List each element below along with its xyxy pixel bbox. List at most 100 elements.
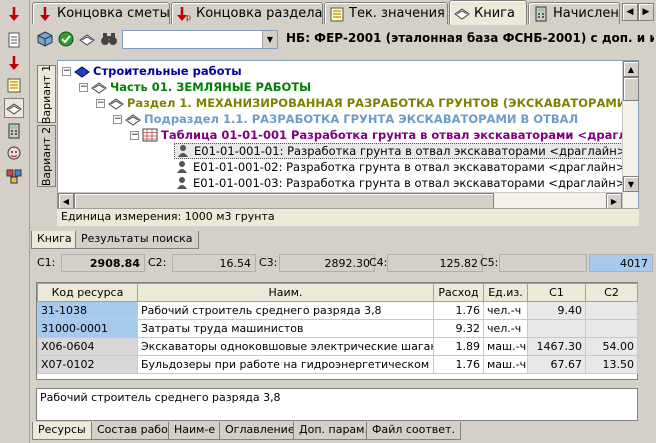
worker-icon [175,144,191,158]
tree-vertical-scrollbar[interactable]: ▲ ▼ [622,61,639,208]
col-header-code[interactable]: Код ресурса [37,283,138,302]
tab-label: Концовка сметы [57,6,170,21]
cell-unit[interactable]: чел.-ч [483,319,528,338]
resources-table[interactable]: Код ресурса Наим. Расход Ед.из. С1 С2 31… [36,282,638,380]
col-header-consumption[interactable]: Расход [433,283,484,302]
tree-node-subsection[interactable]: − Подраздел 1.1. РАЗРАБОТКА ГРУНТА ЭКСКА… [113,111,578,127]
cell-c1[interactable]: 9.40 [527,301,586,320]
cell-c1[interactable] [527,319,586,338]
book-icon[interactable] [78,30,96,48]
cell-consumption[interactable]: 1.76 [433,355,484,374]
tab-extra-params[interactable]: Доп. парам. [293,422,374,440]
tree-node-part[interactable]: − Часть 01. ЗЕМЛЯНЫЕ РАБОТЫ [79,79,311,95]
face-icon[interactable] [4,143,24,163]
tab-mapping-file[interactable]: Файл соответ. [366,422,461,440]
collapse-toggle[interactable]: − [62,66,71,76]
scroll-thumb[interactable] [623,77,639,101]
svg-text:p: p [186,13,191,22]
col-header-name[interactable]: Наим. [137,283,434,302]
cell-code[interactable]: 31000-0001 [37,319,138,338]
cell-c1[interactable]: 1467.30 [527,337,586,356]
table-row[interactable]: Х07-0102 Бульдозеры при работе на гидроэ… [37,355,638,374]
binoculars-icon[interactable] [100,30,118,48]
red-down-arrow-icon-2[interactable] [4,53,24,73]
chevron-down-icon[interactable]: ▼ [262,31,277,48]
tab-book[interactable]: Книга [449,0,527,25]
tabs-scroll-right-button[interactable]: ▶ [638,3,654,21]
cell-unit[interactable]: маш.-ч [483,355,528,374]
cell-name[interactable]: Бульдозеры при работе на гидроэнергетиче… [137,355,434,374]
tab-work-composition[interactable]: Состав работ [91,422,181,440]
scroll-right-icon[interactable]: ▶ [606,193,622,209]
tab-section-ending[interactable]: p Концовка раздела [171,2,323,24]
cell-unit[interactable]: маш.-ч [483,337,528,356]
book-icon[interactable] [4,98,24,118]
tab-current-values[interactable]: Тек. значения [324,2,448,24]
cell-consumption[interactable]: 1.89 [433,337,484,356]
table-row[interactable]: Х06-0604 Экскаваторы одноковшовые электр… [37,337,638,356]
document-icon[interactable] [4,30,24,50]
tab-resources[interactable]: Ресурсы [32,422,92,440]
tabs-scroll-left-button[interactable]: ◀ [622,3,638,21]
tab-search-results[interactable]: Результаты поиска [75,231,199,249]
tab-variant-2[interactable]: Вариант 2 [37,125,56,187]
cell-name[interactable]: Затраты труда машинистов [137,319,434,338]
tree-node-construction[interactable]: − Строительные работы [62,63,242,79]
c2-value: 16.54 [172,254,256,272]
cell-c2[interactable] [585,301,638,320]
cell-consumption[interactable]: 9.32 [433,319,484,338]
cell-name[interactable]: Экскаваторы одноковшовые электрические ш… [137,337,434,356]
col-header-c1[interactable]: С1 [527,283,586,302]
tree-node-section[interactable]: − Раздел 1. МЕХАНИЗИРОВАННАЯ РАЗРАБОТКА … [96,95,638,111]
book-icon [108,96,124,110]
cell-code[interactable]: Х07-0102 [37,355,138,374]
cell-consumption[interactable]: 1.76 [433,301,484,320]
calculator-icon[interactable] [4,121,24,141]
tab-variant-1[interactable]: Вариант 1 [37,64,56,124]
blocks-icon[interactable] [4,166,24,186]
cell-c2[interactable] [585,319,638,338]
cube-icon[interactable] [36,30,54,48]
tree-node-table[interactable]: − Таблица 01-01-001 Разработка грунта в … [130,127,638,143]
tab-name[interactable]: Наим-е [168,422,222,440]
c5-value [499,254,587,272]
c2-label: С2: [148,256,167,269]
tab-book-tree[interactable]: Книга [31,231,78,249]
scroll-left-icon[interactable]: ◀ [58,193,74,209]
tree-node-rate-selected[interactable]: Е01-01-001-01: Разработка грунта в отвал… [174,143,638,159]
notepad-icon[interactable] [4,75,24,95]
cell-unit[interactable]: чел.-ч [483,301,528,320]
scroll-thumb[interactable] [74,193,494,209]
scroll-up-icon[interactable]: ▲ [623,61,639,77]
collapse-toggle[interactable]: − [79,82,88,92]
cell-code[interactable]: 31-1038 [37,301,138,320]
c4-label: С4: [369,256,388,269]
cost-strip: С1: 2908.84 С2: 16.54 С3: 2892.30 С4: 12… [31,252,656,274]
col-header-c2[interactable]: С2 [585,283,638,302]
cell-c1[interactable]: 67.67 [527,355,586,374]
tab-charges[interactable]: Начислен [528,2,620,24]
cell-code[interactable]: Х06-0604 [37,337,138,356]
tab-estimate-ending[interactable]: Концовка сметы [32,2,170,24]
col-header-unit[interactable]: Ед.из. [483,283,528,302]
cell-c2[interactable]: 54.00 [585,337,638,356]
red-down-arrow-icon[interactable] [4,4,24,24]
cell-c2[interactable]: 13.50 [585,355,638,374]
tab-contents[interactable]: Оглавление [219,422,301,440]
collapse-toggle[interactable]: − [113,114,122,124]
cell-name[interactable]: Рабочий строитель среднего разряда 3,8 [137,301,434,320]
scroll-down-icon[interactable]: ▼ [623,176,639,192]
tree-node-label: Е01-01-001-01: Разработка грунта в отвал… [194,144,638,158]
table-row[interactable]: 31-1038 Рабочий строитель среднего разря… [37,301,638,320]
resource-description[interactable]: Рабочий строитель среднего разряда 3,8 [36,388,638,421]
check-icon[interactable] [57,30,75,48]
book-icon [125,112,141,126]
tree-node-rate[interactable]: Е01-01-001-02: Разработка грунта в отвал… [174,159,638,175]
search-combo[interactable]: ▼ [122,30,278,49]
table-row[interactable]: 31000-0001 Затраты труда машинистов 9.32… [37,319,638,338]
collapse-toggle[interactable]: − [130,130,139,140]
tree-horizontal-scrollbar[interactable]: ◀ ▶ [58,192,622,209]
tab-label: Оглавление [225,423,295,436]
collapse-toggle[interactable]: − [96,98,105,108]
tree-node-rate[interactable]: Е01-01-001-03: Разработка грунта в отвал… [174,175,638,191]
